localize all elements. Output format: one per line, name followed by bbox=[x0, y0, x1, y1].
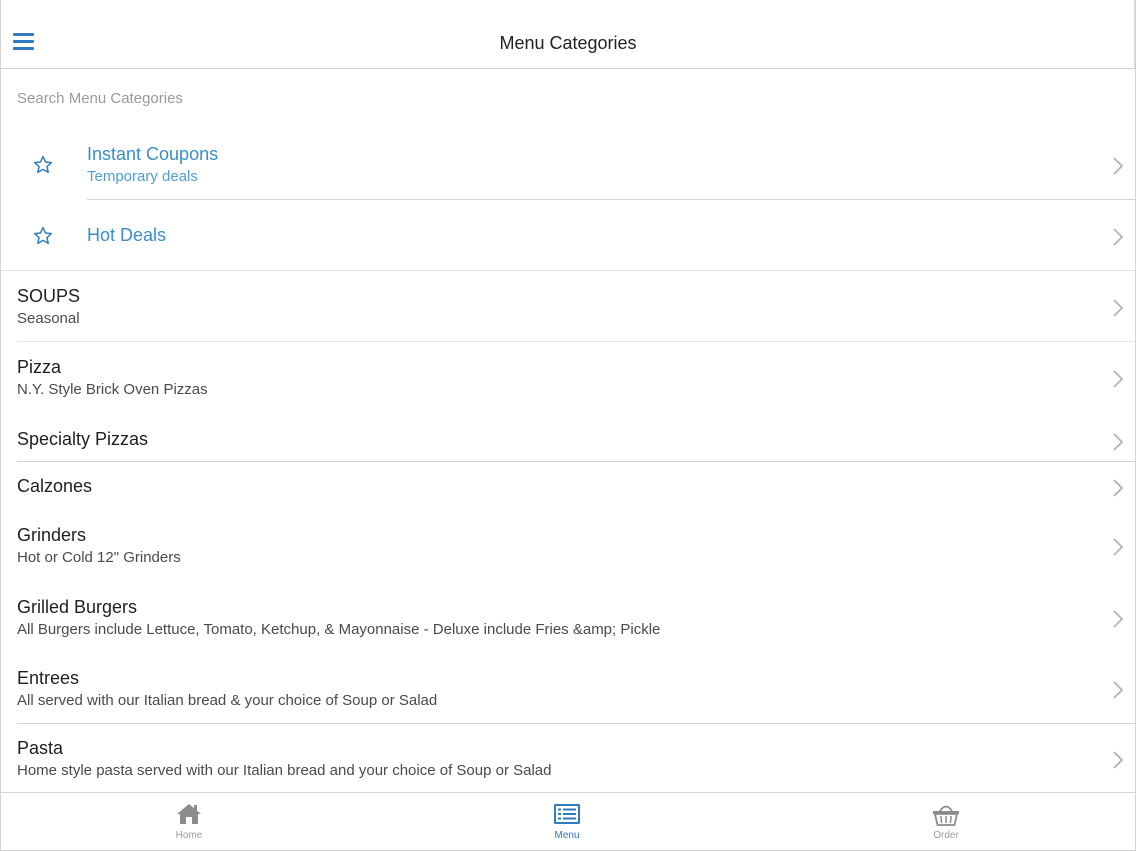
tab-label: Order bbox=[933, 830, 959, 841]
tab-menu[interactable]: Menu bbox=[507, 793, 627, 850]
chevron-right-icon bbox=[1113, 751, 1124, 769]
star-outline-icon bbox=[33, 155, 53, 174]
home-icon bbox=[177, 804, 201, 824]
page-title: Menu Categories bbox=[499, 33, 637, 53]
search-input[interactable] bbox=[17, 87, 617, 109]
promo-item-hot-deals[interactable]: Hot Deals bbox=[1, 200, 1135, 271]
category-subtitle: N.Y. Style Brick Oven Pizzas bbox=[17, 381, 208, 398]
chevron-right-icon bbox=[1113, 157, 1124, 175]
star-outline-icon bbox=[33, 226, 53, 245]
category-title: Grilled Burgers bbox=[17, 597, 138, 617]
category-item-calzones[interactable]: Calzones bbox=[1, 462, 1135, 511]
category-subtitle: Seasonal bbox=[17, 310, 80, 327]
chevron-right-icon bbox=[1113, 538, 1124, 556]
chevron-right-icon bbox=[1113, 479, 1124, 497]
category-item-grinders[interactable]: Grinders Hot or Cold 12" Grinders bbox=[1, 511, 1135, 582]
category-item-soups[interactable]: SOUPS Seasonal bbox=[1, 271, 1135, 342]
category-title: Entrees bbox=[17, 668, 80, 688]
category-item-pizza[interactable]: Pizza N.Y. Style Brick Oven Pizzas bbox=[1, 342, 1135, 413]
bottom-tab-bar: Home Menu Order bbox=[1, 792, 1135, 850]
chevron-right-icon bbox=[1113, 681, 1124, 699]
tab-order[interactable]: Order bbox=[886, 793, 1006, 850]
promo-subtitle: Temporary deals bbox=[87, 168, 198, 185]
chevron-right-icon bbox=[1113, 433, 1124, 451]
category-subtitle: Home style pasta served with our Italian… bbox=[17, 762, 552, 779]
search-bar bbox=[1, 69, 1135, 129]
promo-title: Instant Coupons bbox=[87, 144, 219, 164]
category-subtitle: Hot or Cold 12" Grinders bbox=[17, 549, 181, 566]
chevron-right-icon bbox=[1113, 299, 1124, 317]
header-bar: Menu Categories bbox=[1, 0, 1135, 69]
category-title: Pasta bbox=[17, 738, 64, 758]
category-subtitle: All served with our Italian bread & your… bbox=[17, 692, 438, 709]
tab-label: Home bbox=[175, 830, 203, 841]
menu-list-icon bbox=[554, 804, 580, 824]
promo-title: Hot Deals bbox=[87, 225, 167, 245]
chevron-right-icon bbox=[1113, 370, 1124, 388]
category-list: Instant Coupons Temporary deals Hot Deal… bbox=[1, 129, 1135, 795]
chevron-right-icon bbox=[1113, 610, 1124, 628]
header-divider bbox=[1134, 0, 1135, 68]
basket-icon bbox=[933, 805, 959, 826]
chevron-right-icon bbox=[1113, 228, 1124, 246]
category-title: Specialty Pizzas bbox=[17, 429, 149, 449]
category-item-entrees[interactable]: Entrees All served with our Italian brea… bbox=[1, 653, 1135, 724]
category-title: Pizza bbox=[17, 357, 62, 377]
category-item-specialty-pizzas[interactable]: Specialty Pizzas bbox=[1, 413, 1135, 462]
app-window: Menu Categories Instant Coupons Temporar… bbox=[0, 0, 1136, 851]
tab-label: Menu bbox=[554, 830, 580, 841]
category-title: Calzones bbox=[17, 476, 93, 496]
tab-home[interactable]: Home bbox=[129, 793, 249, 850]
category-title: Grinders bbox=[17, 525, 87, 545]
category-item-grilled-burgers[interactable]: Grilled Burgers All Burgers include Lett… bbox=[1, 582, 1135, 653]
category-subtitle: All Burgers include Lettuce, Tomato, Ket… bbox=[17, 621, 661, 638]
category-title: SOUPS bbox=[17, 286, 81, 306]
category-item-pasta[interactable]: Pasta Home style pasta served with our I… bbox=[1, 724, 1135, 795]
promo-item-instant-coupons[interactable]: Instant Coupons Temporary deals bbox=[1, 129, 1135, 200]
